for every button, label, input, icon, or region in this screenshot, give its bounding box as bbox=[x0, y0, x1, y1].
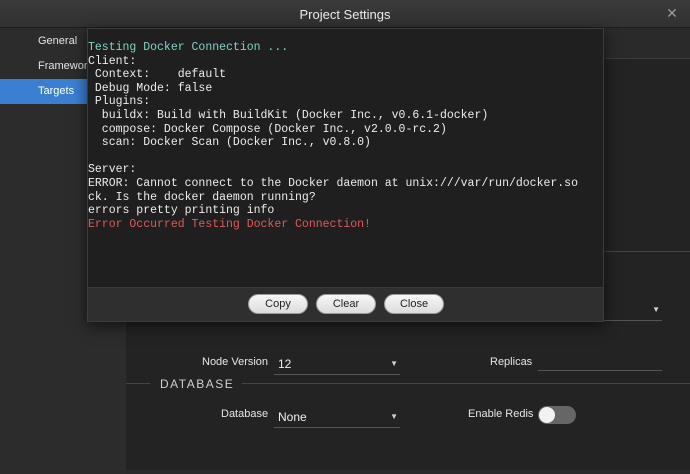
console-line: Debug Mode: false bbox=[88, 81, 213, 95]
node-version-label: Node Version bbox=[202, 356, 269, 368]
console-line: buildx: Build with BuildKit (Docker Inc.… bbox=[88, 108, 489, 122]
sidebar-item-label: General bbox=[38, 35, 78, 47]
console-output: Testing Docker Connection ... Client: Con… bbox=[88, 29, 603, 287]
console-line: errors pretty printing info bbox=[88, 204, 275, 218]
sidebar-item-label: Targets bbox=[38, 85, 75, 97]
enable-redis-toggle[interactable] bbox=[538, 406, 576, 424]
node-version-select[interactable]: 12 ▼ bbox=[274, 353, 400, 375]
project-settings-window: Project Settings ✕ General Frameworks Ta… bbox=[0, 0, 690, 474]
copy-button[interactable]: Copy bbox=[248, 294, 308, 314]
database-select[interactable]: None ▼ bbox=[274, 406, 400, 428]
section-divider-right bbox=[242, 383, 690, 384]
database-value: None bbox=[278, 410, 307, 424]
node-version-value: 12 bbox=[278, 357, 292, 371]
console-line: compose: Docker Compose (Docker Inc., v2… bbox=[88, 122, 447, 136]
console-line: scan: Docker Scan (Docker Inc., v0.8.0) bbox=[88, 136, 371, 150]
database-label: Database bbox=[221, 408, 269, 420]
enable-redis-label: Enable Redis bbox=[468, 408, 534, 420]
title-bar: Project Settings ✕ bbox=[0, 0, 690, 28]
console-line: Server: bbox=[88, 163, 137, 177]
toggle-knob bbox=[539, 407, 555, 423]
docker-test-dialog: Testing Docker Connection ... Client: Con… bbox=[87, 28, 604, 322]
section-divider-left bbox=[126, 383, 150, 384]
close-button[interactable]: Close bbox=[384, 294, 444, 314]
console-line: Client: bbox=[88, 54, 137, 68]
console-line: Error Occurred Testing Docker Connection… bbox=[88, 217, 371, 231]
close-window-icon[interactable]: ✕ bbox=[664, 5, 680, 21]
database-section-title: DATABASE bbox=[160, 377, 235, 391]
clear-button[interactable]: Clear bbox=[316, 294, 376, 314]
console-line: Plugins: bbox=[88, 95, 151, 109]
console-line: Context: default bbox=[88, 68, 227, 82]
chevron-down-icon: ▼ bbox=[390, 412, 398, 421]
window-title: Project Settings bbox=[299, 7, 391, 22]
console-line: ERROR: Cannot connect to the Docker daem… bbox=[88, 176, 578, 190]
replicas-input[interactable] bbox=[538, 349, 662, 371]
replicas-label: Replicas bbox=[490, 356, 533, 368]
dialog-footer: Copy Clear Close bbox=[88, 287, 603, 321]
chevron-down-icon: ▼ bbox=[390, 359, 398, 368]
console-line: Testing Docker Connection ... bbox=[88, 41, 289, 54]
console-line: ck. Is the docker daemon running? bbox=[88, 190, 316, 204]
chevron-down-icon: ▼ bbox=[652, 305, 660, 314]
